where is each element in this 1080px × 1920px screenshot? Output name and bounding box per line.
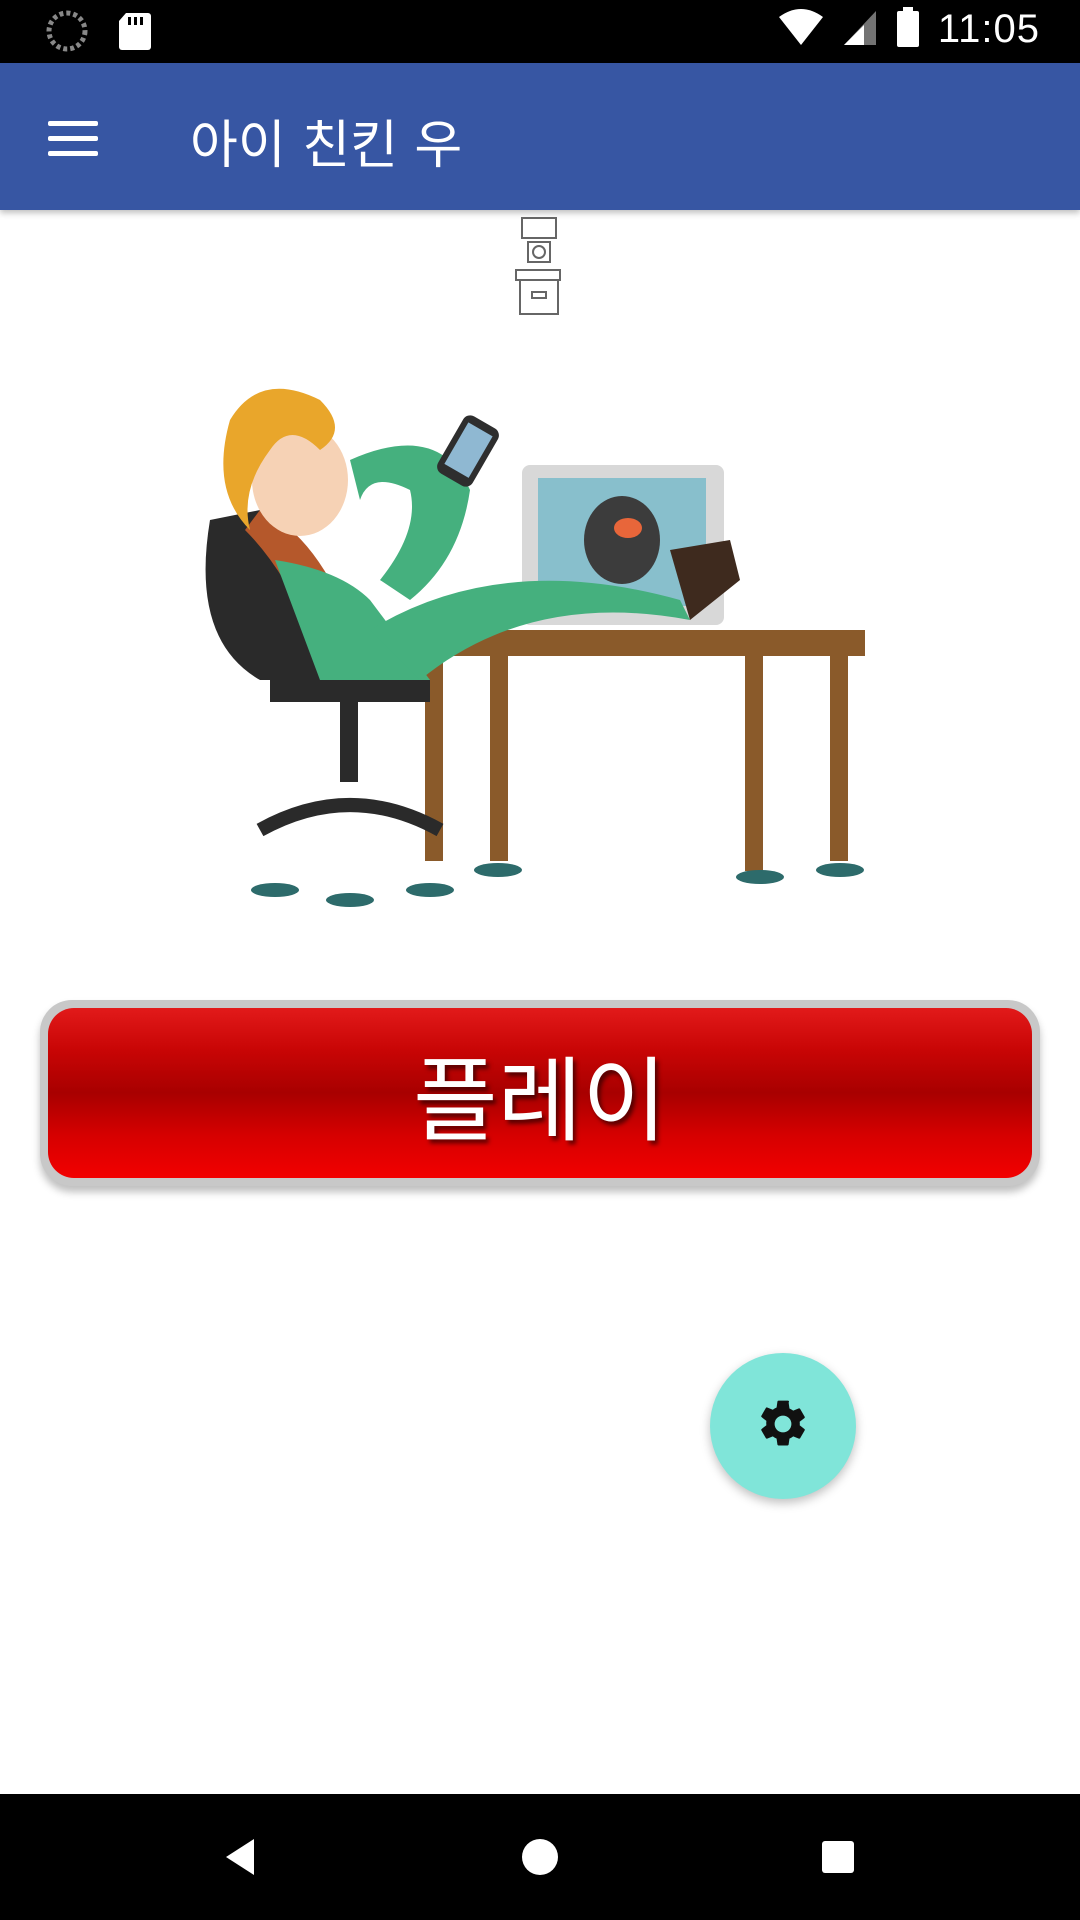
status-time: 11:05 bbox=[937, 6, 1040, 51]
battery-icon bbox=[896, 6, 920, 52]
play-button[interactable]: 플레이 bbox=[40, 1000, 1040, 1186]
wifi-icon bbox=[778, 7, 824, 51]
navigation-bar bbox=[0, 1794, 1080, 1920]
play-button-label: 플레이 bbox=[413, 1047, 667, 1155]
recents-icon[interactable] bbox=[803, 1822, 873, 1892]
hamburger-menu-icon[interactable] bbox=[40, 107, 102, 169]
app-bar: 아이 친킨 우 bbox=[0, 63, 1080, 210]
settings-button[interactable] bbox=[710, 1353, 856, 1499]
signal-icon bbox=[842, 7, 878, 51]
sd-card-icon bbox=[118, 11, 152, 55]
back-icon[interactable] bbox=[205, 1822, 275, 1892]
home-icon[interactable] bbox=[505, 1822, 575, 1892]
app-title: 아이 친킨 우 bbox=[190, 116, 463, 176]
status-bar: 11:05 bbox=[0, 0, 1080, 63]
loading-circle-icon bbox=[46, 10, 88, 56]
person-at-desk-illustration bbox=[200, 380, 900, 920]
play-button-face[interactable]: 플레이 bbox=[48, 1008, 1032, 1178]
gear-icon bbox=[755, 1396, 811, 1456]
doodle-icon bbox=[508, 214, 570, 322]
